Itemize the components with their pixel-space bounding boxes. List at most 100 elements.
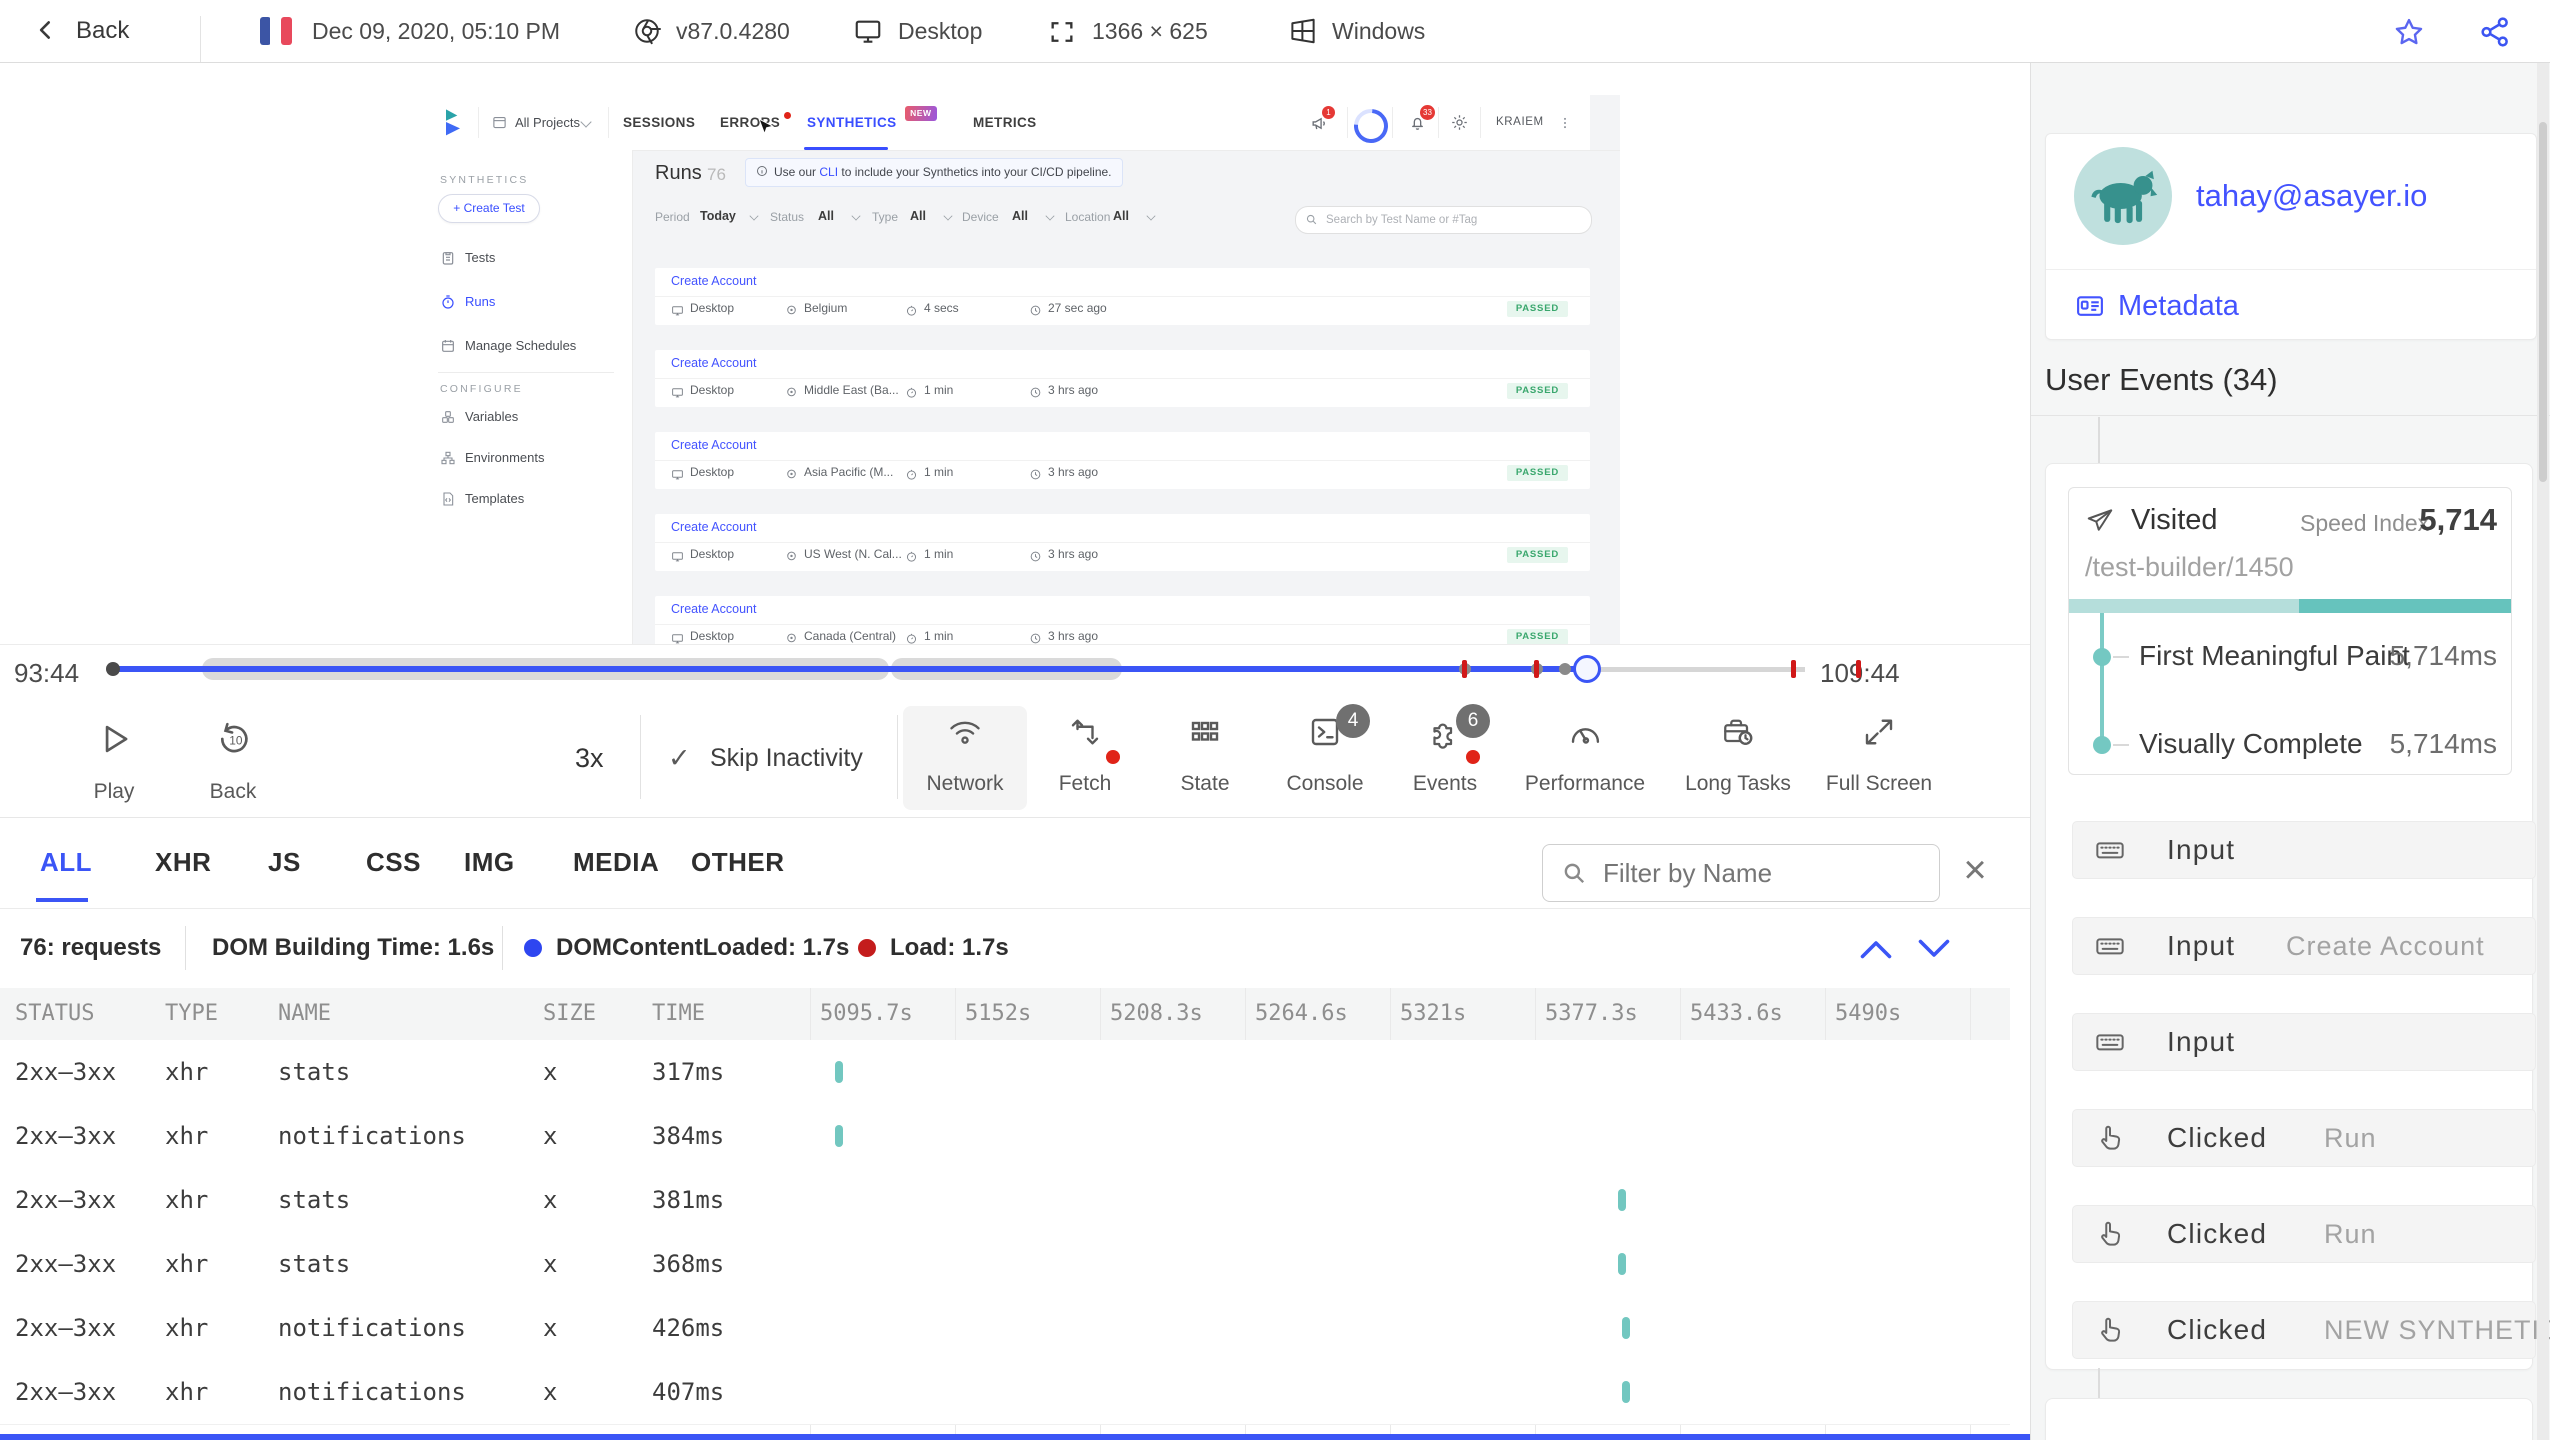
user-event-clicked[interactable]: Clicked NEW SYNTHETICS (2072, 1301, 2550, 1359)
performance-button[interactable]: Performance (1520, 700, 1650, 817)
run-device: Desktop (690, 547, 735, 561)
event-dot[interactable] (1559, 663, 1571, 675)
cell-type: xhr (165, 1314, 209, 1342)
app-tab-metrics: METRICS (973, 115, 1037, 130)
timeline-scrubber[interactable] (1573, 655, 1601, 683)
stats-divider (185, 926, 186, 970)
status-badge: PASSED (1506, 465, 1568, 481)
event-label: Input (2167, 930, 2236, 961)
console-button[interactable]: Console 4 (1260, 700, 1390, 817)
network-tab-css[interactable]: CSS (366, 818, 421, 906)
filter-label-location: Location (1065, 210, 1111, 224)
error-marker[interactable] (1791, 660, 1796, 678)
network-row[interactable]: 2xx–3xx xhr stats x 317ms (0, 1040, 2010, 1105)
network-button[interactable]: Network (900, 700, 1030, 817)
full-screen-button[interactable]: Full Screen (1814, 700, 1944, 817)
network-row[interactable]: 2xx–3xx xhr stats x 368ms (0, 1232, 2010, 1297)
error-marker[interactable] (1856, 660, 1861, 678)
event-value: NEW SYNTHETICS (2324, 1315, 2550, 1345)
share-icon[interactable] (2478, 15, 2512, 49)
cell-time: 407ms (652, 1378, 725, 1406)
pin-icon (785, 304, 798, 317)
events-button[interactable]: Events 6 (1380, 700, 1510, 817)
next-event-chevron-icon[interactable] (1916, 936, 1952, 962)
metric-label: Visually Complete (2139, 728, 2363, 759)
full-screen-label: Full Screen (1825, 772, 1933, 795)
filter-input-box[interactable] (1542, 844, 1940, 902)
network-tab-all[interactable]: ALL (36, 818, 92, 906)
filter-input[interactable] (1601, 849, 1925, 897)
network-tab-other[interactable]: OTHER (691, 818, 785, 906)
new-badge: NEW (905, 106, 937, 121)
event-value: Create Account (2286, 931, 2485, 961)
mouse-cursor-icon (758, 119, 774, 139)
user-event-clicked[interactable]: Clicked Run (2072, 1109, 2536, 1167)
dcl-dot (524, 939, 542, 957)
state-button[interactable]: State (1140, 700, 1270, 817)
network-row[interactable]: 2xx–3xx xhr stats x 381ms (0, 1168, 2010, 1233)
status-badge: PASSED (1506, 629, 1568, 644)
cell-size: x (543, 1058, 558, 1086)
fetch-button[interactable]: Fetch (1020, 700, 1150, 817)
scrollbar-track[interactable] (2537, 62, 2549, 1440)
user-event-clicked[interactable]: Clicked Run (2072, 1205, 2536, 1263)
run-location: Middle East (Ba... (804, 383, 899, 397)
run-device: Desktop (690, 301, 735, 315)
replay-timeline: 93:44 109:44 (0, 644, 2030, 701)
chevron-down-icon (1045, 211, 1055, 221)
error-marker[interactable] (1534, 660, 1539, 678)
back-10-button[interactable]: 10 Back (203, 708, 263, 812)
timeline-track-played[interactable] (112, 666, 1587, 672)
play-button[interactable]: Play (84, 708, 144, 812)
event-connector-line (2098, 417, 2100, 463)
next-event-card-partial[interactable] (2045, 1398, 2533, 1440)
chevron-left-icon (33, 17, 59, 43)
column-header-name: NAME (278, 1001, 331, 1026)
cell-type: xhr (165, 1058, 209, 1086)
event-group-card: Visited Speed Index 5,714 /test-builder/… (2045, 463, 2550, 1370)
pointer-hand-icon (2093, 1122, 2127, 1154)
network-row[interactable]: 2xx–3xx xhr notifications x 407ms (0, 1360, 2010, 1425)
request-timing-mark (1622, 1381, 1630, 1403)
chrome-icon (632, 16, 662, 46)
section-divider (2031, 415, 2550, 416)
event-value: Run (2324, 1219, 2377, 1249)
filter-value-device: All (1012, 209, 1028, 223)
monitor-icon (852, 16, 884, 46)
fetch-icon (1067, 714, 1103, 750)
speed-button[interactable]: 3x (575, 700, 604, 817)
long-tasks-button[interactable]: Long Tasks (1673, 700, 1803, 817)
network-tab-xhr[interactable]: XHR (155, 818, 211, 906)
user-event-input[interactable]: Input Create Account (2072, 917, 2536, 975)
filter-label-device: Device (962, 210, 999, 224)
load-time: Load: 1.7s (890, 934, 1009, 961)
visited-card[interactable]: Visited Speed Index 5,714 /test-builder/… (2068, 487, 2512, 775)
network-tab-img[interactable]: IMG (464, 818, 515, 906)
requests-count: 76: requests (20, 934, 162, 961)
error-marker[interactable] (1462, 660, 1467, 678)
cell-status: 2xx–3xx (15, 1250, 117, 1278)
prev-event-chevron-icon[interactable] (1858, 936, 1894, 962)
run-duration: 1 min (924, 629, 954, 643)
runs-count: 76 (707, 165, 726, 184)
run-card-divider (655, 542, 1590, 543)
network-row[interactable]: 2xx–3xx xhr notifications x 426ms (0, 1296, 2010, 1361)
run-location: Canada (Central) (804, 629, 897, 643)
sidebar-item-label: Templates (465, 491, 525, 506)
user-event-input[interactable]: Input (2072, 1013, 2536, 1071)
event-label: Clicked (2167, 1218, 2268, 1249)
close-panel-button[interactable]: × (1952, 848, 1998, 894)
cell-type: xhr (165, 1122, 209, 1150)
timeline-track-remaining[interactable] (1587, 667, 1805, 672)
network-row[interactable]: 2xx–3xx xhr notifications x 384ms (0, 1104, 2010, 1169)
visited-url: /test-builder/1450 (2085, 552, 2294, 582)
replay-stage[interactable]: All Projects 1 33 KRAIEM SESSIONS ERRORS… (0, 62, 2030, 645)
run-duration: 4 secs (924, 301, 959, 315)
scrollbar-thumb[interactable] (2539, 122, 2547, 482)
user-event-input[interactable]: Input (2072, 821, 2536, 879)
chevron-down-icon (749, 211, 759, 221)
cli-note: Use our CLI to include your Synthetics i… (745, 158, 1123, 187)
favorite-star-icon[interactable] (2392, 15, 2426, 49)
network-tab-js[interactable]: JS (268, 818, 301, 906)
network-tab-media[interactable]: MEDIA (573, 818, 659, 906)
